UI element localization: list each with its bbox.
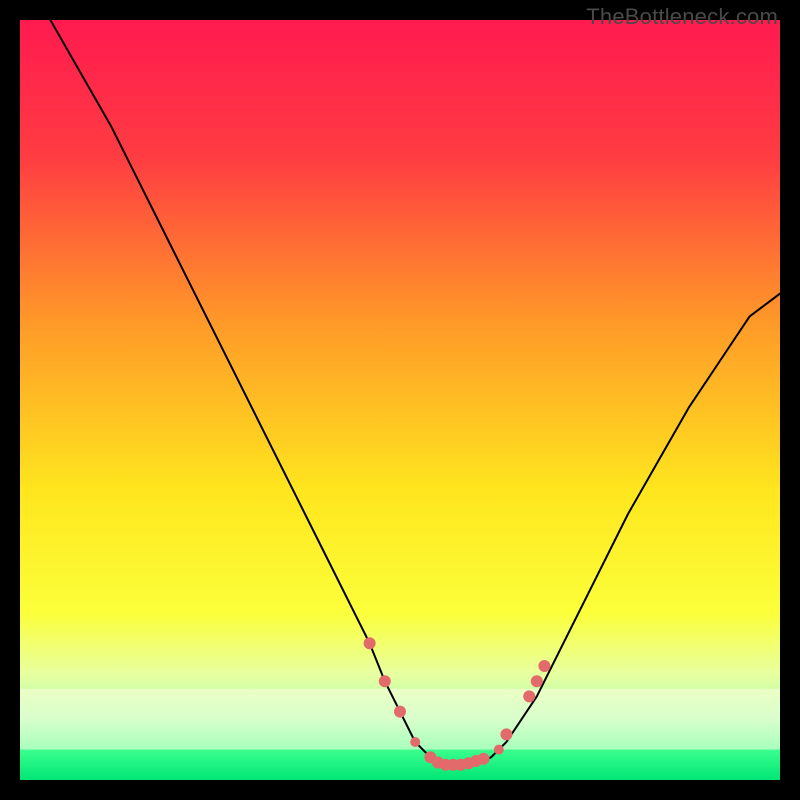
marker-point	[538, 660, 550, 672]
marker-point	[410, 737, 420, 747]
marker-point	[478, 753, 490, 765]
marker-point	[531, 675, 543, 687]
marker-point	[364, 637, 376, 649]
chart-svg	[20, 20, 780, 780]
marker-point	[394, 706, 406, 718]
pale-band	[20, 689, 780, 750]
chart-frame: TheBottleneck.com	[0, 0, 800, 800]
watermark-text: TheBottleneck.com	[586, 4, 778, 30]
gradient-background	[20, 20, 780, 780]
marker-point	[494, 745, 504, 755]
marker-point	[379, 675, 391, 687]
marker-point	[500, 728, 512, 740]
marker-point	[523, 690, 535, 702]
plot-area	[20, 20, 780, 780]
